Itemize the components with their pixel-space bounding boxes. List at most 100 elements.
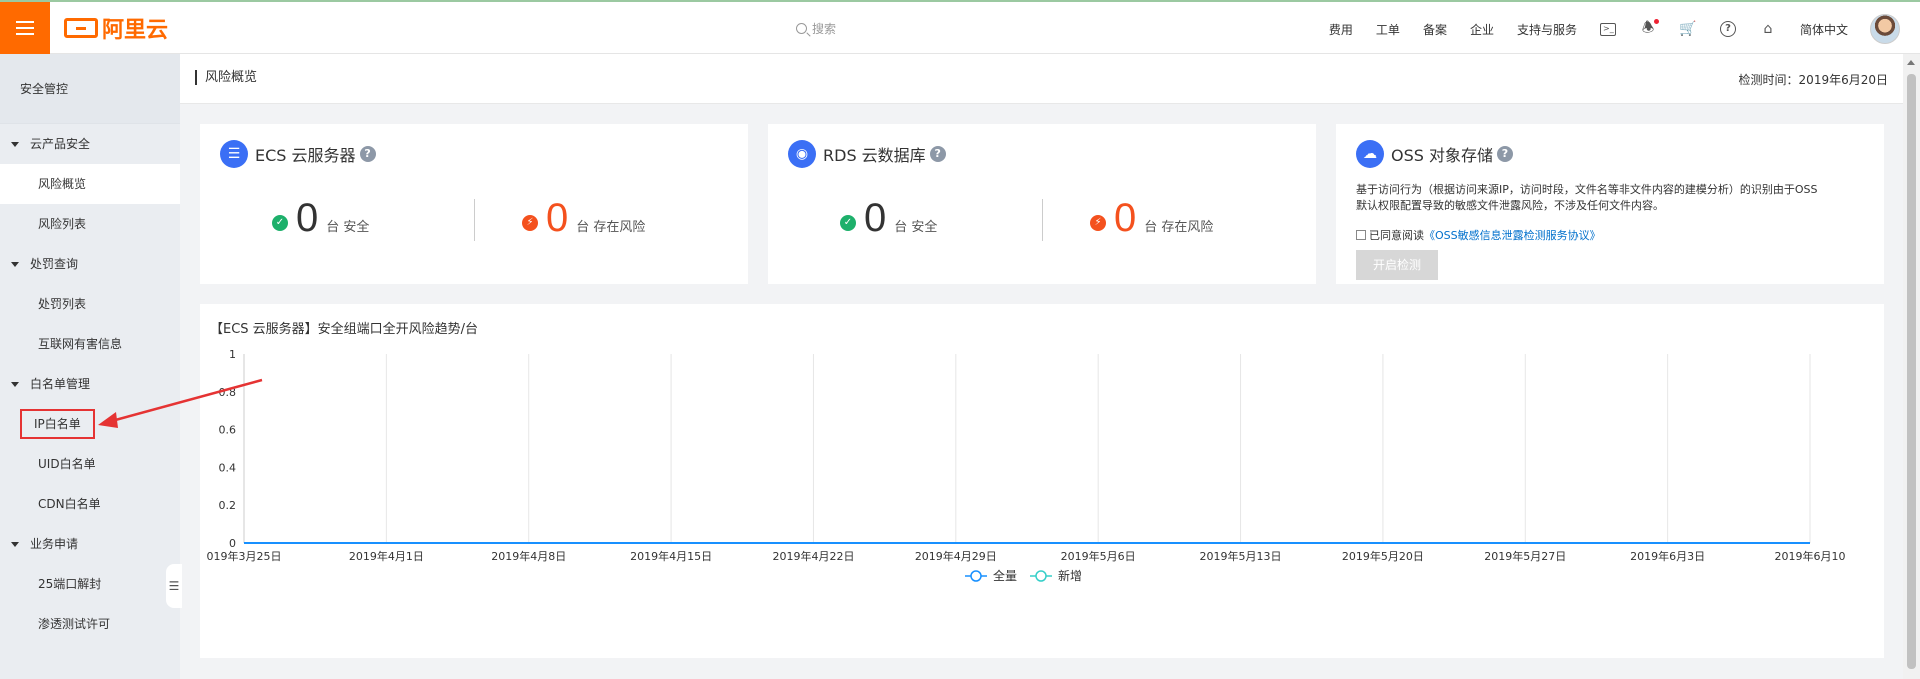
rds-risk-label: 台 存在风险: [1144, 220, 1214, 235]
check-time: 检测时间：2019年6月20日: [1738, 73, 1888, 87]
ecs-card-title: ECS 云服务器: [255, 146, 356, 165]
sidebar-item-harmful-info[interactable]: 互联网有害信息: [0, 324, 180, 364]
caret-down-icon: [11, 382, 19, 387]
ecs-card-header: ☰ ECS 云服务器 ?: [220, 140, 376, 168]
search-placeholder: 搜索: [812, 22, 837, 36]
bell-icon[interactable]: 🕭: [1639, 19, 1659, 38]
x-tick-label: 2019年5月13日: [1200, 549, 1282, 563]
lightning-icon: ⚡: [522, 214, 538, 231]
rds-safe-count: 0: [864, 196, 887, 240]
help-icon[interactable]: ?: [1719, 20, 1737, 38]
nav-icp-filing[interactable]: 备案: [1423, 21, 1447, 38]
search-box[interactable]: 搜索: [796, 20, 836, 37]
caret-down-icon: [11, 542, 19, 547]
top-nav: 费用 工单 备案 企业 支持与服务 >_ 🕭 🛒 ? ⌂ 简体中文: [1306, 2, 1900, 56]
shield-check-icon: ✓: [272, 214, 288, 231]
database-icon: ◉: [788, 140, 816, 168]
scrollbar-thumb[interactable]: [1907, 74, 1916, 669]
sidebar-item-pentest-permit[interactable]: 渗透测试许可: [0, 604, 180, 644]
oss-card-header: ☁ OSS 对象存储 ?: [1356, 140, 1513, 168]
annotation-arrow: [98, 378, 263, 428]
x-tick-label: 2019年5月6日: [1061, 549, 1136, 563]
y-tick-label: 0: [229, 537, 236, 550]
x-tick-label: 2019年6月10: [1775, 549, 1846, 563]
divider: [1042, 199, 1043, 241]
shield-check-icon: ✓: [840, 214, 856, 231]
x-tick-label: 2019年4月29日: [915, 549, 997, 563]
x-tick-label: 2019年4月8日: [491, 549, 566, 563]
question-icon[interactable]: ?: [1497, 146, 1513, 162]
sidebar-group-penalty-query[interactable]: 处罚查询: [0, 244, 180, 284]
rds-risk-stat[interactable]: ⚡ 0 台 存在风险: [1090, 198, 1213, 238]
lightning-icon: ⚡: [1090, 214, 1106, 231]
server-icon: ☰: [220, 140, 248, 168]
agreement-link[interactable]: 《OSS敏感信息泄露检测服务协议》: [1424, 227, 1601, 243]
sidebar-group-label: 白名单管理: [30, 377, 91, 391]
caret-down-icon: [11, 142, 19, 147]
rds-card: ◉ RDS 云数据库 ? ✓ 0 台 安全 ⚡ 0 台 存在风险: [768, 124, 1316, 284]
language-switch[interactable]: 简体中文: [1800, 21, 1848, 38]
user-avatar[interactable]: [1870, 14, 1900, 44]
rds-safe-stat[interactable]: ✓ 0 台 安全: [840, 198, 937, 238]
agree-checkbox[interactable]: [1356, 230, 1366, 240]
page-scrollbar[interactable]: [1903, 54, 1920, 679]
page-header: 风险概览 检测时间：2019年6月20日: [180, 54, 1903, 104]
nav-tickets[interactable]: 工单: [1376, 21, 1400, 38]
menu-icon[interactable]: [0, 2, 50, 54]
search-icon: [796, 23, 807, 34]
terminal-icon[interactable]: >_: [1599, 20, 1617, 38]
divider: [474, 199, 475, 241]
rds-risk-count: 0: [1114, 196, 1137, 240]
agree-label: 已同意阅读: [1369, 229, 1424, 242]
y-tick-label: 0.2: [219, 499, 237, 512]
sidebar-item-ip-whitelist-label: IP白名单: [20, 409, 95, 439]
question-icon[interactable]: ?: [359, 146, 376, 162]
y-tick-label: 1: [229, 348, 236, 361]
ecs-risk-stat[interactable]: ⚡ 0 台 存在风险: [522, 198, 645, 238]
page-title: 风险概览: [195, 70, 257, 85]
legend-label: 新增: [1058, 568, 1082, 583]
sidebar-group-business-request[interactable]: 业务申请: [0, 524, 180, 564]
oss-card-title: OSS 对象存储: [1391, 146, 1493, 165]
sidebar-title: 安全管控: [0, 54, 180, 124]
sidebar-item-port25-unblock[interactable]: 25端口解封: [0, 564, 180, 604]
nav-support[interactable]: 支持与服务: [1517, 21, 1577, 38]
sidebar-group-label: 业务申请: [30, 537, 79, 551]
sidebar-item-risk-overview[interactable]: 风险概览: [0, 164, 180, 204]
cart-icon[interactable]: 🛒: [1679, 20, 1697, 38]
sidebar-item-risk-list[interactable]: 风险列表: [0, 204, 180, 244]
sidebar-item-uid-whitelist[interactable]: UID白名单: [0, 444, 180, 484]
x-tick-label: 2019年6月3日: [1630, 549, 1705, 563]
oss-card: ☁ OSS 对象存储 ? 基于访问行为（根据访问来源IP，访问时段，文件名等非文…: [1336, 124, 1884, 284]
cloud-upload-icon: ☁: [1356, 140, 1384, 168]
scroll-up-icon[interactable]: [1907, 60, 1915, 65]
main-content: 风险概览 检测时间：2019年6月20日 ☰ ECS 云服务器 ? ✓ 0 台 …: [180, 54, 1903, 679]
legend-marker-dot: [970, 570, 982, 582]
brand-logo[interactable]: 阿里云: [64, 14, 169, 43]
sidebar-item-cdn-whitelist[interactable]: CDN白名单: [0, 484, 180, 524]
home-icon[interactable]: ⌂: [1759, 20, 1777, 38]
ecs-risk-label: 台 存在风险: [576, 220, 646, 235]
sidebar-group-cloud-product-security[interactable]: 云产品安全: [0, 124, 180, 164]
risk-trend-chart: 【ECS 云服务器】安全组端口全开风险趋势/台 0 0.2 0.4 0.6 0.8 1 01…: [200, 304, 1884, 658]
start-detection-button[interactable]: 开启检测: [1356, 250, 1438, 280]
sidebar-item-penalty-list[interactable]: 处罚列表: [0, 284, 180, 324]
question-icon[interactable]: ?: [929, 146, 946, 162]
ecs-safe-stat[interactable]: ✓ 0 台 安全: [272, 198, 369, 238]
y-tick-label: 0.4: [219, 461, 237, 474]
top-navigation-bar: 阿里云 搜索 费用 工单 备案 企业 支持与服务 >_ 🕭 🛒 ? ⌂ 简体中文: [0, 0, 1920, 54]
rds-card-title: RDS 云数据库: [823, 146, 926, 165]
legend-marker-dot: [1035, 570, 1047, 582]
ecs-safe-label: 台 安全: [326, 220, 370, 235]
caret-down-icon: [11, 262, 19, 267]
x-tick-label: 2019年4月15日: [630, 549, 712, 563]
oss-description-line: 默认权限配置导致的敏感文件泄露风险，不涉及任何文件内容。: [1356, 199, 1664, 212]
nav-enterprise[interactable]: 企业: [1470, 21, 1494, 38]
oss-description-line: 基于访问行为（根据访问来源IP，访问时段，文件名等非文件内容的建模分析）的识别由…: [1356, 183, 1818, 196]
aliyun-logo-mark: [64, 18, 98, 38]
chart-canvas: 00.20.40.60.81019年3月25日 2019年4月1日 2019年4月8…: [207, 348, 1846, 583]
nav-fees[interactable]: 费用: [1329, 21, 1353, 38]
x-tick-label: 019年3月25日: [207, 549, 282, 563]
ecs-safe-count: 0: [296, 196, 319, 240]
brand-name: 阿里云: [102, 18, 169, 43]
